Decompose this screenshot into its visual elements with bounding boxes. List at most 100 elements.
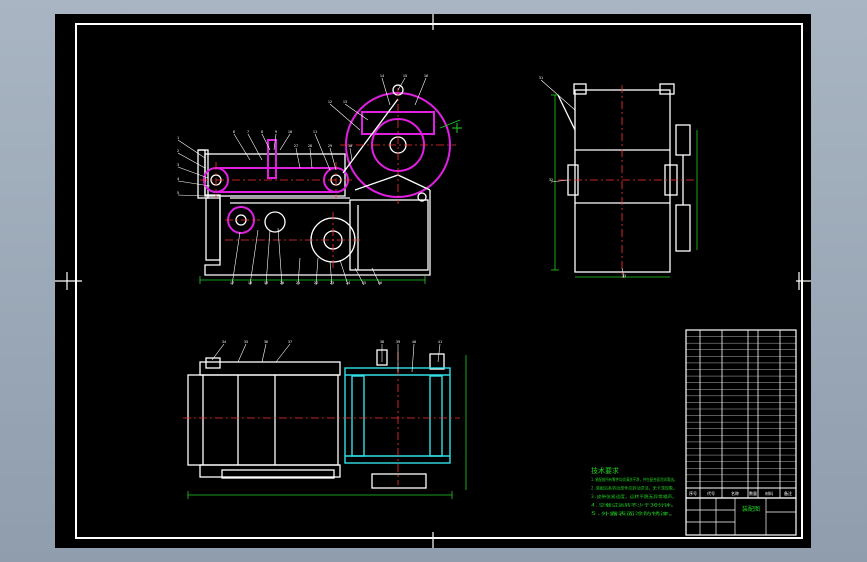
parts-header-cell: 材料 (765, 490, 773, 496)
balloon-number: 35 (244, 340, 248, 344)
leader-balloon: 27 (294, 144, 301, 169)
balloon-number: 41 (438, 340, 442, 344)
balloon-number: 39 (396, 340, 400, 344)
parts-list-rows (686, 336, 796, 489)
notes-line: 1.装配前所有零件均须清洗干净，并在配合面涂润滑油。 (591, 476, 677, 483)
parts-list-columns (699, 330, 781, 498)
notes-line: 5.外露表面涂防锈漆。 (591, 510, 677, 517)
top-view: 34 35 36 37 38 39 40 41 (183, 340, 467, 499)
leader-balloon: 37 (275, 340, 292, 363)
leader-balloon: 10 (279, 130, 292, 151)
cad-viewport[interactable]: 1 2 3 4 5 6 7 8 9 10 11 12 13 14 15 16 17 18 19 20 21 22 23 24 2… (0, 0, 867, 562)
leader-balloon: 5 (177, 191, 206, 197)
leader-balloon: 3 (177, 163, 209, 179)
parts-header-cell: 序号 (689, 490, 697, 496)
title-block: 装配图 (685, 497, 797, 536)
leader-balloon: 23 (329, 261, 334, 286)
balloon-number: 22 (314, 281, 318, 285)
leader-balloon: 19 (264, 229, 271, 286)
balloon-number: 8 (261, 130, 263, 134)
balloon-number: 2 (177, 149, 179, 153)
front-view: 123456 7 8 9 10 1112 1314 15 1617 18 19 20 21 22 23 24 2… (177, 74, 461, 286)
parts-list-table: 序号 代号 名称 数量 材料 备注 (685, 329, 797, 499)
notes-line: 2.装配后各转动部件应转动灵活，无卡滞现象。 (591, 485, 677, 492)
parts-list-header: 序号 代号 名称 数量 材料 备注 (689, 490, 792, 496)
balloon-number: 25 (362, 281, 366, 285)
balloon-number: 4 (177, 177, 179, 181)
balloon-number: 27 (294, 144, 298, 148)
balloon-number: 16 (424, 74, 428, 78)
balloon-number: 18 (248, 281, 252, 285)
leader-balloon: 22 (314, 257, 319, 286)
balloon-number: 37 (288, 340, 292, 344)
balloon-number: 31 (539, 76, 543, 80)
balloon-number: 15 (403, 74, 407, 78)
assembly-drawing: 123456 7 8 9 10 1112 1314 15 1617 18 19 20 21 22 23 24 2… (55, 14, 811, 548)
balloon-number: 24 (346, 281, 350, 285)
parts-header-cell: 名称 (731, 490, 739, 496)
side-leaders: 31 32 33 (539, 76, 626, 279)
parts-header-cell: 数量 (749, 490, 757, 496)
leader-balloon: 40 (411, 340, 416, 373)
leader-balloon: 31 (539, 76, 576, 111)
leader-balloon: 24 (339, 259, 350, 286)
leader-balloon: 21 (296, 257, 301, 286)
balloon-number: 17 (230, 281, 234, 285)
balloon-number: 32 (549, 178, 553, 182)
balloon-number: 10 (288, 130, 292, 134)
leader-balloon: 36 (261, 340, 268, 363)
leader-balloon: 38 (380, 340, 384, 362)
balloon-number: 36 (264, 340, 268, 344)
leader-balloon: 7 (247, 130, 263, 161)
balloon-number: 21 (296, 281, 300, 285)
balloon-number: 40 (412, 340, 416, 344)
leader-balloon: 14 (380, 74, 391, 106)
balloon-number: 34 (222, 340, 226, 344)
notes-line: 3.皮带张紧适度，运转平稳无异常噪声。 (591, 493, 677, 500)
centering-marks (55, 14, 811, 548)
balloon-number: 11 (313, 130, 317, 134)
top-roller-outline (187, 349, 445, 489)
leader-balloon: 18 (248, 229, 259, 286)
balloon-number: 12 (328, 100, 332, 104)
technical-notes: 技术要求 1.装配前所有零件均须清洗干净，并在配合面涂润滑油。 2.装配后各转动部… (591, 466, 677, 517)
leader-balloon: 34 (211, 340, 226, 361)
balloon-number: 3 (177, 163, 179, 167)
leader-balloon: 13 (343, 100, 369, 121)
crosshair-marker-icon (452, 123, 462, 133)
parts-header-cell: 备注 (784, 490, 792, 496)
sheet-border (75, 23, 803, 539)
front-leaders: 123456 7 8 9 10 1112 1314 15 1617 18 19 20 21 22 23 24 2… (177, 74, 428, 286)
balloon-number: 6 (233, 130, 235, 134)
balloon-number: 13 (343, 100, 347, 104)
leader-balloon: 39 (396, 340, 400, 372)
balloon-number: 19 (264, 281, 268, 285)
balloon-number: 14 (380, 74, 384, 78)
balloon-number: 5 (177, 191, 179, 195)
side-housing-outline (557, 83, 691, 273)
balloon-number: 33 (622, 274, 626, 278)
balloon-number: 9 (275, 130, 277, 134)
balloon-number: 23 (330, 281, 334, 285)
side-dimensions (551, 94, 698, 278)
parts-header-cell: 代号 (707, 490, 715, 496)
leader-balloon: 29 (328, 144, 337, 171)
drawing-title: 装配图 (742, 505, 760, 513)
top-leaders: 34 35 36 37 38 39 40 41 (211, 340, 442, 373)
balloon-number: 29 (328, 144, 332, 148)
balloon-number: 28 (308, 144, 312, 148)
side-view: 31 32 33 (539, 76, 698, 279)
balloon-number: 20 (280, 281, 284, 285)
balloon-number: 26 (378, 281, 382, 285)
leader-balloon: 6 (233, 130, 251, 161)
leader-balloon: 41 (437, 340, 442, 363)
notes-line: 4.空载试运转不少于30分钟。 (591, 502, 677, 509)
leader-balloon: 28 (308, 144, 313, 169)
leader-balloon: 2 (177, 149, 206, 169)
balloon-number: 1 (177, 136, 179, 140)
leader-balloon: 11 (313, 130, 331, 171)
balloon-number: 38 (380, 340, 384, 344)
notes-lines: 1.装配前所有零件均须清洗干净，并在配合面涂润滑油。 2.装配后各转动部件应转动灵… (591, 476, 677, 517)
top-section-hatch (344, 367, 451, 464)
leader-balloon: 35 (237, 340, 248, 363)
